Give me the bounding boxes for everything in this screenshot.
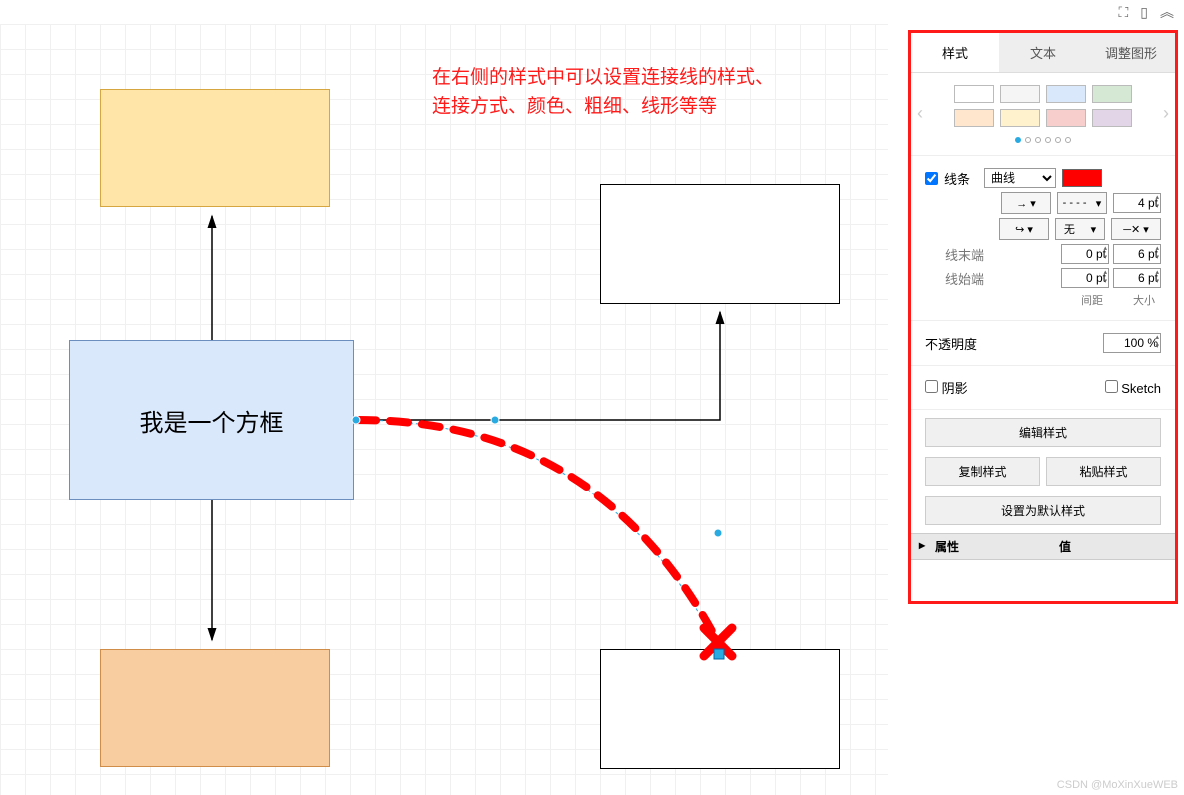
swatch[interactable] bbox=[1000, 85, 1040, 103]
end-size-input[interactable] bbox=[1113, 244, 1161, 264]
page-dot[interactable] bbox=[1045, 137, 1051, 143]
edge-right-elbow bbox=[354, 312, 720, 420]
line-end-label: 线末端 bbox=[945, 245, 984, 264]
fullscreen-icon[interactable]: ⛶ bbox=[1118, 4, 1128, 21]
swatch[interactable] bbox=[1092, 85, 1132, 103]
swatch[interactable] bbox=[954, 109, 994, 127]
handle-mid1 bbox=[491, 416, 499, 424]
shape-label: 我是一个方框 bbox=[140, 403, 284, 438]
swatch-next[interactable]: › bbox=[1163, 103, 1169, 124]
line-dash-dropdown[interactable]: - - - - ▾ bbox=[1057, 192, 1107, 214]
shape-right-bottom[interactable] bbox=[600, 649, 840, 769]
page-dot[interactable] bbox=[1015, 137, 1021, 143]
arrow-end-dropdown[interactable]: ─✕ ▾ bbox=[1111, 218, 1161, 240]
edit-style-button[interactable]: 编辑样式 bbox=[925, 418, 1161, 447]
shape-bottom-orange[interactable] bbox=[100, 649, 330, 767]
swatch[interactable] bbox=[954, 85, 994, 103]
opacity-input[interactable] bbox=[1103, 333, 1161, 353]
diagram-canvas[interactable]: 我是一个方框 在右侧的样式中可以设置连接线的样式、 连接方式、颜色、粗细、线形等… bbox=[0, 24, 888, 795]
opacity-label: 不透明度 bbox=[925, 334, 977, 353]
prop-value-col: 值 bbox=[1051, 534, 1175, 559]
page-dot[interactable] bbox=[1035, 137, 1041, 143]
shape-right-top[interactable] bbox=[600, 184, 840, 304]
page-dot[interactable] bbox=[1025, 137, 1031, 143]
set-default-button[interactable]: 设置为默认样式 bbox=[925, 496, 1161, 525]
properties-header[interactable]: ▸ 属性 值 bbox=[911, 533, 1175, 560]
line-type-select[interactable]: 曲线 bbox=[984, 168, 1056, 188]
start-size-input[interactable] bbox=[1113, 268, 1161, 288]
format-panel: 样式 文本 调整图形 ‹ › 线条 bbox=[908, 30, 1178, 604]
collapse-icon[interactable]: ︽ bbox=[1160, 2, 1174, 22]
end-spacing-input[interactable] bbox=[1061, 244, 1109, 264]
shape-center-blue[interactable]: 我是一个方框 bbox=[69, 340, 354, 500]
copy-style-button[interactable]: 复制样式 bbox=[925, 457, 1040, 486]
paste-style-button[interactable]: 粘贴样式 bbox=[1046, 457, 1161, 486]
arrow-start-dropdown[interactable]: → ▾ bbox=[1001, 192, 1051, 214]
shadow-checkbox[interactable] bbox=[925, 380, 938, 393]
shadow-label: 阴影 bbox=[942, 381, 968, 396]
tab-style[interactable]: 样式 bbox=[911, 33, 999, 72]
start-spacing-input[interactable] bbox=[1061, 268, 1109, 288]
edge-red-curve bbox=[358, 420, 718, 642]
connection-dropdown[interactable]: 无 ▾ bbox=[1055, 218, 1105, 240]
handle-mid2 bbox=[714, 529, 722, 537]
line-enabled-checkbox[interactable] bbox=[925, 172, 938, 185]
tab-arrange[interactable]: 调整图形 bbox=[1087, 33, 1175, 72]
spacing-col-label: 间距 bbox=[1081, 292, 1103, 308]
prop-name-col: 属性 bbox=[927, 534, 1051, 559]
sketch-label: Sketch bbox=[1121, 381, 1161, 396]
watermark: CSDN @MoXinXueWEB bbox=[1057, 779, 1178, 791]
page-dot[interactable] bbox=[1055, 137, 1061, 143]
swatch[interactable] bbox=[1046, 85, 1086, 103]
annotation-text: 在右侧的样式中可以设置连接线的样式、 连接方式、颜色、粗细、线形等等 bbox=[432, 64, 842, 121]
panel-toggle-icon[interactable]: ▯ bbox=[1140, 4, 1148, 21]
swatch-prev[interactable]: ‹ bbox=[917, 103, 923, 124]
line-width-input[interactable] bbox=[1113, 193, 1161, 213]
line-color-swatch[interactable] bbox=[1062, 169, 1102, 187]
tab-text[interactable]: 文本 bbox=[999, 33, 1087, 72]
size-col-label: 大小 bbox=[1133, 292, 1155, 308]
swatch[interactable] bbox=[1092, 109, 1132, 127]
line-label: 线条 bbox=[944, 169, 970, 188]
sketch-checkbox[interactable] bbox=[1105, 380, 1118, 393]
swatch[interactable] bbox=[1000, 109, 1040, 127]
edge-guide bbox=[356, 420, 718, 647]
shape-top-yellow[interactable] bbox=[100, 89, 330, 207]
swatch[interactable] bbox=[1046, 109, 1086, 127]
waypoint-dropdown[interactable]: ↪ ▾ bbox=[999, 218, 1049, 240]
line-start-label: 线始端 bbox=[945, 269, 984, 288]
page-dot[interactable] bbox=[1065, 137, 1071, 143]
